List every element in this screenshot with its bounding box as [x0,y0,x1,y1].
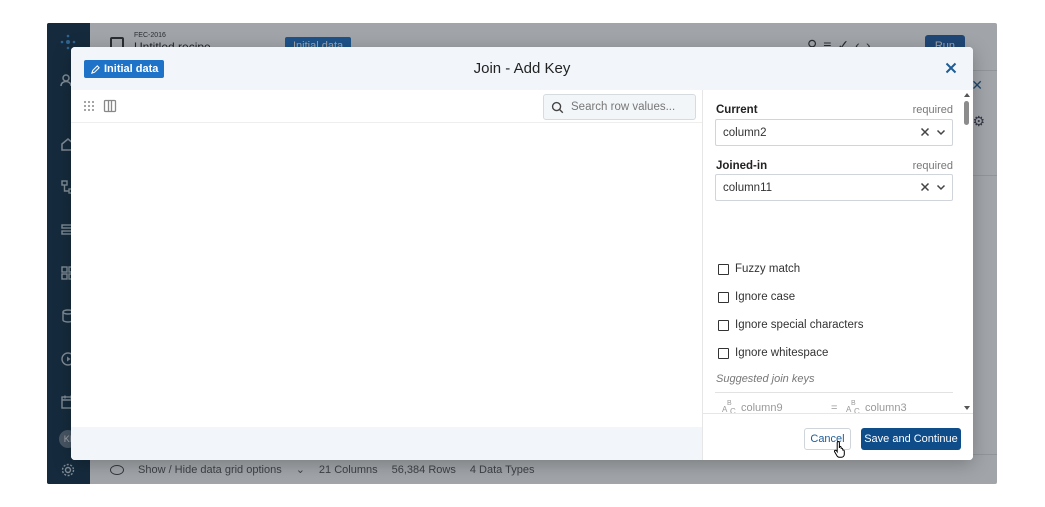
grid-dots-icon[interactable] [82,99,96,113]
dialog-header: Initial data Join - Add Key [71,47,973,90]
close-icon[interactable] [943,60,959,76]
ignore-case-option[interactable]: Ignore case [718,289,795,305]
joined-in-value: column11 [723,181,773,194]
suggested-left-column: column9 [741,402,783,413]
dialog-title: Join - Add Key [473,60,571,77]
join-key-form: Current required column2 Joined-in requi… [703,90,973,413]
ignore-case-checkbox[interactable] [718,291,729,303]
join-add-key-dialog: Initial data Join - Add Key Current requ… [71,47,973,460]
ignore-whitespace-checkbox[interactable] [718,347,729,359]
ignore-special-characters-option[interactable]: Ignore special characters [718,317,863,333]
joined-in-required: required [912,160,953,172]
clear-icon[interactable] [919,126,931,138]
search-input[interactable] [571,101,689,113]
fuzzy-match-option[interactable]: Fuzzy match [718,261,800,277]
ignore-whitespace-option[interactable]: Ignore whitespace [718,345,828,361]
joined-in-select[interactable]: column11 [715,174,953,201]
columns-icon[interactable] [103,99,117,113]
ignore-special-characters-checkbox[interactable] [718,319,729,331]
suggested-right-column: column3 [865,402,907,413]
hand-cursor-icon [833,440,845,458]
current-select[interactable]: column2 [715,119,953,146]
fuzzy-match-checkbox[interactable] [718,263,729,275]
text-type-icon: ABC [846,400,860,413]
suggested-join-keys-title: Suggested join keys [716,373,815,385]
current-required: required [912,104,953,116]
ignore-case-label: Ignore case [735,291,796,303]
ignore-special-characters-label: Ignore special characters [735,319,864,331]
scroll-thumb[interactable] [964,101,969,125]
data-preview-pane [71,90,702,460]
current-value: column2 [723,126,767,139]
current-label: Current [716,104,758,116]
search-box[interactable] [543,94,696,120]
fuzzy-match-label: Fuzzy match [735,263,801,275]
join-key-panel: Current required column2 Joined-in requi… [702,90,973,460]
text-type-icon: ABC [722,400,736,413]
search-icon [551,101,564,113]
joined-in-label: Joined-in [716,160,768,172]
chevron-down-icon[interactable] [935,181,947,193]
equals-sign: = [831,402,838,413]
scroll-up-arrow[interactable] [964,93,970,97]
grid-footer [71,427,702,460]
clear-icon[interactable] [919,181,931,193]
grid-toolbar [71,90,702,123]
suggested-key-row[interactable]: ABC column9 = ABC column3 [715,392,953,413]
scroll-down-arrow[interactable] [964,406,970,410]
chevron-down-icon[interactable] [935,126,947,138]
ignore-whitespace-label: Ignore whitespace [735,347,829,359]
save-and-continue-button[interactable]: Save and Continue [861,428,961,450]
panel-scrollbar[interactable] [964,91,970,414]
